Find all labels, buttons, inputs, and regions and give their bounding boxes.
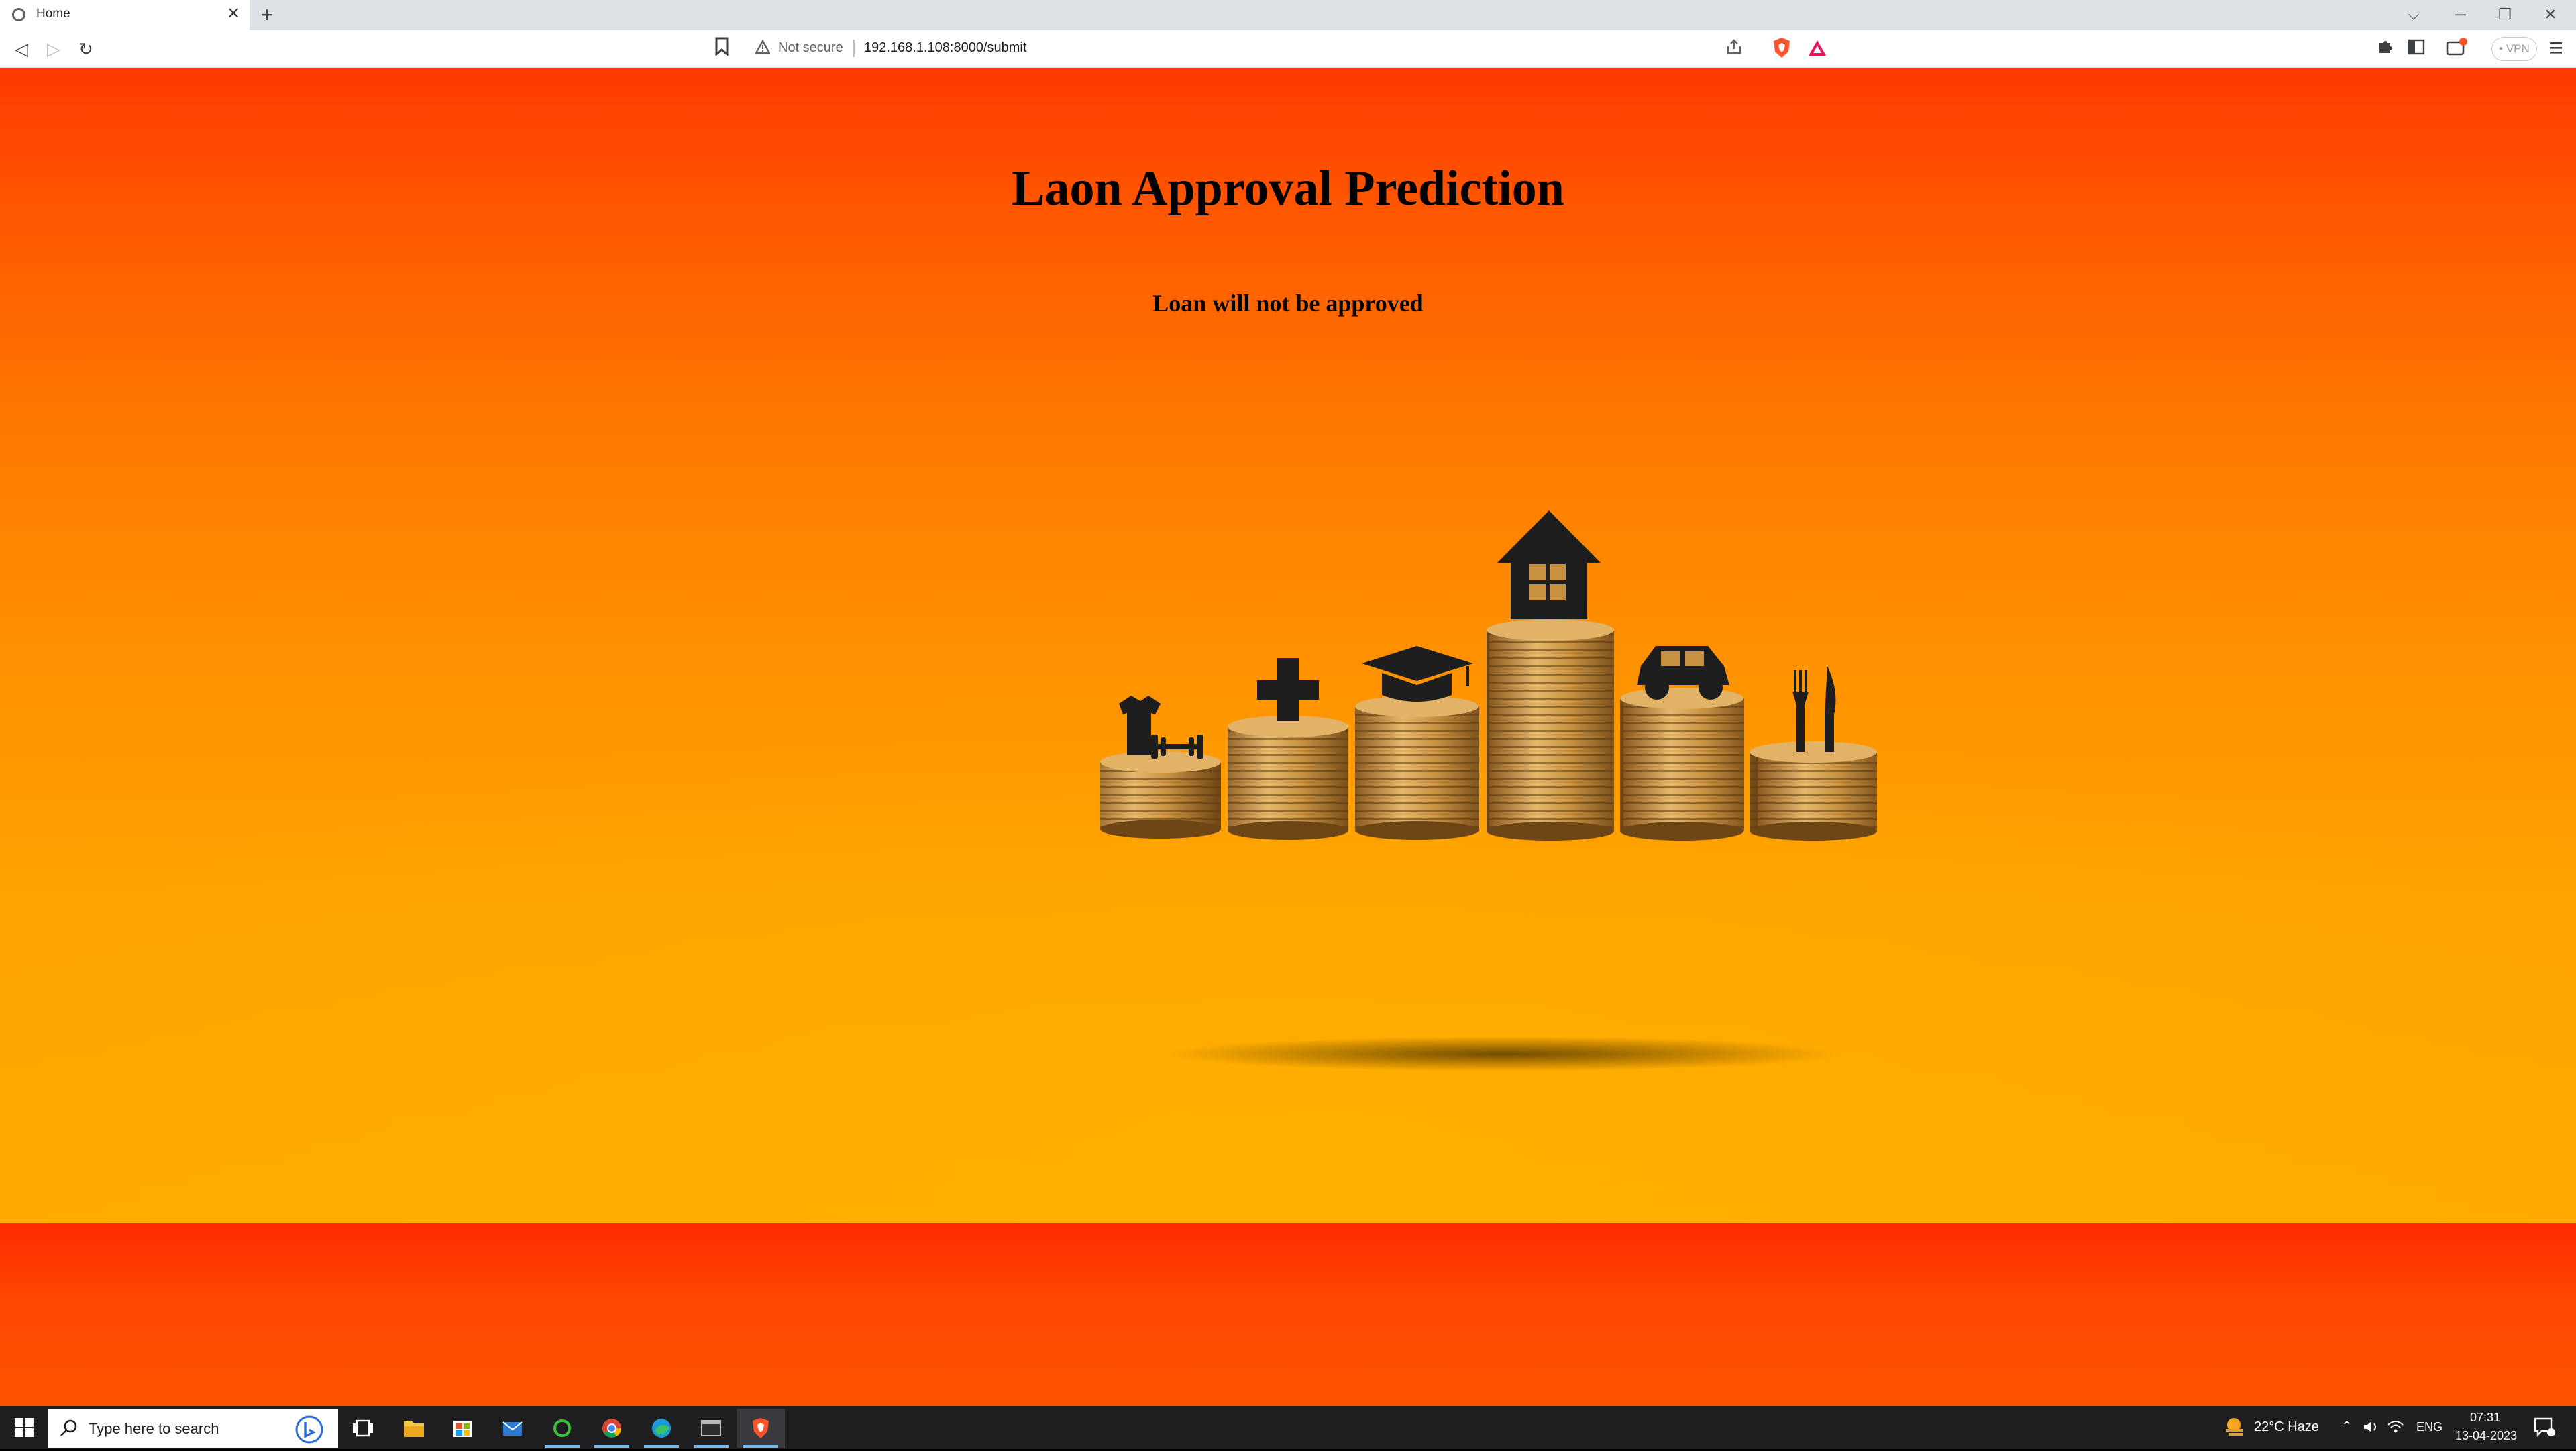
- search-icon: [60, 1419, 77, 1436]
- task-view-icon: [353, 1419, 373, 1437]
- coin-stack-2: [1228, 658, 1348, 840]
- back-button[interactable]: ◁: [9, 37, 34, 61]
- store-icon: [453, 1421, 472, 1437]
- start-button[interactable]: [15, 1418, 34, 1437]
- chrome-button[interactable]: [588, 1409, 636, 1448]
- ground-shadow: [1167, 1036, 1838, 1071]
- bookmark-icon: [715, 37, 729, 57]
- brave-rewards-icon[interactable]: [1807, 38, 1827, 58]
- chrome-icon: [602, 1419, 621, 1438]
- brave-button[interactable]: [737, 1409, 785, 1448]
- clock-date[interactable]: 13-04-2023: [2455, 1429, 2517, 1443]
- bing-icon[interactable]: [295, 1415, 323, 1444]
- minimize-button[interactable]: ─: [2446, 1, 2475, 28]
- task-view-button[interactable]: [339, 1409, 388, 1448]
- coin-stacks-illustration: [1100, 510, 1877, 1071]
- prediction-result: Loan will not be approved: [1152, 290, 1424, 317]
- brave-icon: [753, 1418, 769, 1438]
- taskbar-search-box[interactable]: Type here to search: [48, 1409, 338, 1448]
- restore-button[interactable]: ❐: [2490, 1, 2520, 28]
- tab-close-icon[interactable]: ✕: [225, 4, 241, 24]
- mail-icon: [502, 1421, 523, 1436]
- browser-toolbar: ◁ ▷ ↻ Not secure 192.168.1.108:8000/subm…: [0, 30, 2576, 68]
- coin-stack-1: [1100, 696, 1221, 839]
- green-ring-icon: [553, 1419, 571, 1437]
- page-title: Laon Approval Prediction: [1012, 161, 1564, 216]
- tab-title: Home: [36, 7, 70, 21]
- brave-shields-icon[interactable]: [1772, 37, 1791, 58]
- clock-time[interactable]: 07:31: [2470, 1411, 2500, 1425]
- wallet-icon: [2446, 38, 2467, 56]
- windows-logo-icon: [15, 1418, 34, 1437]
- show-hidden-icons-chevron-icon[interactable]: ⌃: [2341, 1418, 2353, 1435]
- page-footer-band: [0, 1223, 2576, 1406]
- vpn-button[interactable]: • VPN: [2491, 37, 2537, 61]
- hamburger-menu-icon: [2550, 42, 2562, 54]
- bookmark-button[interactable]: [710, 37, 734, 61]
- address-divider: [853, 40, 855, 57]
- puzzle-icon: [2379, 41, 2392, 53]
- sidebar-button[interactable]: [2404, 37, 2428, 61]
- edge-button[interactable]: [637, 1409, 686, 1448]
- search-placeholder: Type here to search: [89, 1420, 219, 1437]
- wallet-button[interactable]: [2445, 37, 2469, 61]
- volume-icon[interactable]: [2363, 1419, 2380, 1434]
- file-explorer-button[interactable]: [389, 1409, 437, 1448]
- close-window-button[interactable]: ✕: [2536, 1, 2565, 28]
- browser-tab-strip: Home ✕ + ⌵ ─ ❐ ✕: [0, 0, 2576, 30]
- new-tab-button[interactable]: +: [255, 3, 279, 27]
- forward-button[interactable]: ▷: [42, 37, 66, 61]
- share-icon[interactable]: [1725, 38, 1743, 60]
- folder-icon: [404, 1421, 424, 1437]
- notification-center-icon[interactable]: [2533, 1417, 2556, 1438]
- coin-stack-5: [1620, 646, 1744, 841]
- weather-text[interactable]: 22°C Haze: [2254, 1419, 2319, 1435]
- language-indicator[interactable]: ENG: [2416, 1420, 2443, 1434]
- edge-icon: [652, 1419, 671, 1438]
- page-viewport: Laon Approval Prediction Loan will not b…: [0, 68, 2576, 1223]
- globe-favicon-icon: [12, 8, 25, 21]
- graduation-cap-icon: [1362, 646, 1473, 702]
- sidebar-icon: [2408, 39, 2425, 55]
- reload-button[interactable]: ↻: [74, 37, 98, 61]
- network-icon[interactable]: [2387, 1419, 2404, 1434]
- url-text[interactable]: 192.168.1.108:8000/submit: [864, 40, 1026, 56]
- terminal-button[interactable]: [687, 1409, 735, 1448]
- clothing-fitness-icon: [1119, 696, 1203, 759]
- security-status-label[interactable]: Not secure: [778, 40, 843, 56]
- weather-icon[interactable]: [2222, 1414, 2247, 1440]
- house-icon: [1497, 510, 1601, 619]
- menu-button[interactable]: [2544, 37, 2568, 61]
- windows-taskbar: Type here to search 22°C Haze ⌃ ENG 07:3…: [0, 1406, 2576, 1449]
- coin-stack-6: [1750, 666, 1877, 841]
- address-bar[interactable]: Not secure 192.168.1.108:8000/submit: [742, 34, 1837, 62]
- tab-home[interactable]: Home ✕: [0, 0, 250, 30]
- coin-stack-3: [1355, 646, 1479, 840]
- medical-cross-icon: [1257, 658, 1319, 721]
- extensions-button[interactable]: [2373, 37, 2398, 61]
- app-green-ring-button[interactable]: [538, 1409, 586, 1448]
- microsoft-store-button[interactable]: [439, 1409, 487, 1448]
- warning-icon: [754, 39, 771, 58]
- mail-button[interactable]: [488, 1409, 537, 1448]
- tab-search-dropdown-icon[interactable]: ⌵: [2399, 1, 2428, 28]
- coin-stack-4: [1487, 510, 1614, 841]
- fork-knife-icon: [1792, 666, 1836, 752]
- terminal-icon: [701, 1420, 721, 1436]
